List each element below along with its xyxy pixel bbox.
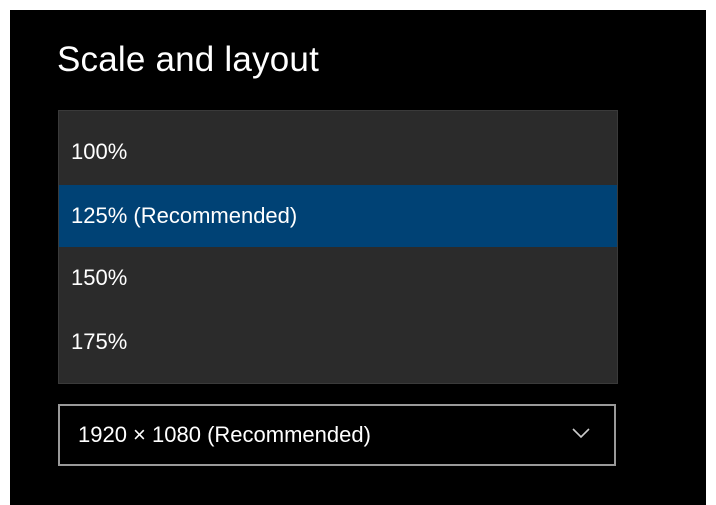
scale-option-label: 100% [71,139,128,164]
scale-option-label: 150% [71,265,128,290]
scale-option-100[interactable]: 100% [59,121,617,183]
scale-dropdown-menu[interactable]: 100% 125% (Recommended) 150% 175% [58,110,618,384]
scale-option-125[interactable]: 125% (Recommended) [59,185,617,247]
settings-panel: Scale and layout 1920 × 1080 (Recommende… [10,10,706,505]
scale-option-175[interactable]: 175% [59,311,617,373]
scale-option-label: 125% (Recommended) [71,203,298,228]
resolution-select[interactable]: 1920 × 1080 (Recommended) [58,404,616,466]
chevron-down-icon [572,428,590,439]
section-title: Scale and layout [57,40,319,79]
scale-option-150[interactable]: 150% [59,247,617,309]
resolution-value: 1920 × 1080 (Recommended) [78,422,371,447]
scale-option-label: 175% [71,329,128,354]
